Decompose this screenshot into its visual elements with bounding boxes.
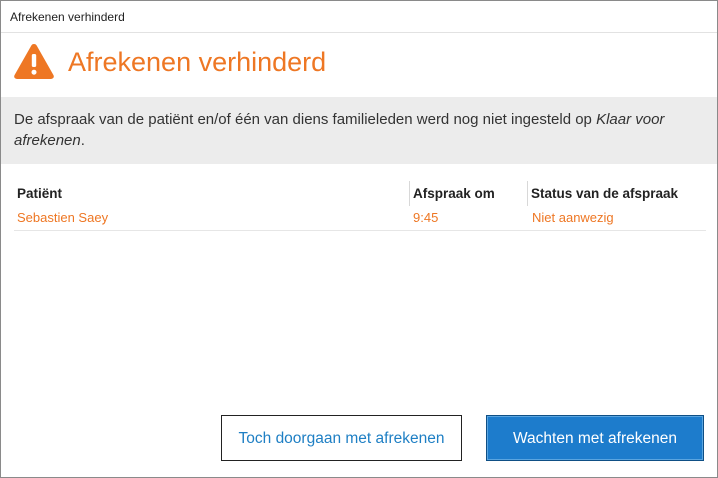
wait-checkout-button[interactable]: Wachten met afrekenen [486,415,704,461]
cell-status: Niet aanwezig [532,210,614,225]
continue-checkout-button[interactable]: Toch doorgaan met afrekenen [221,415,462,461]
table-row[interactable]: Sebastien Saey 9:45 Niet aanwezig [14,206,706,231]
message-plain: De afspraak van de patiënt en/of één van… [14,111,597,128]
table-header: Patiënt Afspraak om Status van de afspra… [14,181,706,206]
warning-icon [14,44,54,79]
title-bar[interactable]: Afrekenen verhinderd [1,1,717,33]
cell-patient: Sebastien Saey [17,210,109,225]
message-panel: De afspraak van de patiënt en/of één van… [1,97,717,164]
dialog-window: Afrekenen verhinderd Afrekenen verhinder… [0,0,718,478]
message-text: De afspraak van de patiënt en/of één van… [14,109,704,151]
column-header-patient[interactable]: Patiënt [14,181,409,206]
message-end: . [80,132,85,149]
window-title: Afrekenen verhinderd [10,10,125,24]
column-header-status[interactable]: Status van de afspraak [527,181,707,206]
dialog-heading: Afrekenen verhinderd [68,47,327,77]
cell-time: 9:45 [413,210,439,225]
column-header-time[interactable]: Afspraak om [409,181,529,206]
appointments-table: Patiënt Afspraak om Status van de afspra… [14,181,706,231]
dialog-header: Afrekenen verhinderd [1,33,717,95]
